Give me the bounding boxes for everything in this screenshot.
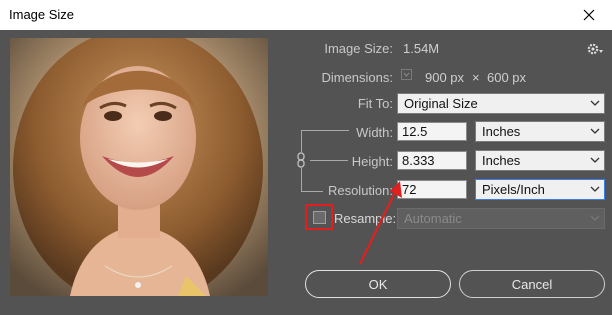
title-bar: Image Size (0, 0, 612, 30)
fit-to-value: Original Size (404, 96, 478, 111)
image-size-label: Image Size: (324, 41, 393, 56)
dimensions-label: Dimensions: (321, 70, 393, 85)
width-field[interactable]: 12.5 (397, 122, 467, 141)
width-unit-value: Inches (482, 124, 521, 139)
chevron-down-icon (590, 100, 600, 106)
chevron-down-icon (590, 157, 600, 163)
resample-method-value: Automatic (404, 211, 462, 226)
width-unit-select[interactable]: Inches (475, 121, 605, 142)
gear-icon[interactable] (586, 41, 603, 57)
fit-to-label: Fit To: (357, 96, 393, 111)
height-unit-select[interactable]: Inches (475, 150, 605, 171)
resample-method-select: Automatic (397, 208, 605, 229)
close-icon[interactable] (566, 0, 612, 30)
resample-highlight-box (305, 204, 333, 230)
ok-button[interactable]: OK (305, 270, 451, 298)
chevron-down-icon (590, 186, 600, 192)
height-field[interactable]: 8.333 (397, 151, 467, 170)
window-title: Image Size (9, 7, 75, 22)
cancel-button-label: Cancel (511, 276, 553, 292)
resolution-unit-select[interactable]: Pixels/Inch (475, 179, 605, 200)
dimensions-width: 900 px (425, 70, 465, 85)
cancel-button[interactable]: Cancel (459, 270, 605, 298)
fit-to-select[interactable]: Original Size (397, 93, 605, 114)
chevron-down-icon (590, 128, 600, 134)
image-size-value: 1.54M (403, 41, 440, 56)
dimensions-unit-dropdown[interactable] (401, 69, 412, 80)
height-label: Height: (351, 154, 393, 169)
dimensions-times: × (472, 70, 480, 85)
image-preview (10, 38, 268, 296)
ok-button-label: OK (368, 276, 388, 292)
width-value: 12.5 (402, 124, 428, 139)
annotation-arrow (359, 181, 402, 265)
resolution-unit-value: Pixels/Inch (482, 182, 545, 197)
chevron-down-icon (590, 215, 600, 221)
height-unit-value: Inches (482, 153, 521, 168)
dimensions-height: 600 px (487, 70, 527, 85)
height-value: 8.333 (402, 153, 435, 168)
width-label: Width: (356, 125, 393, 140)
